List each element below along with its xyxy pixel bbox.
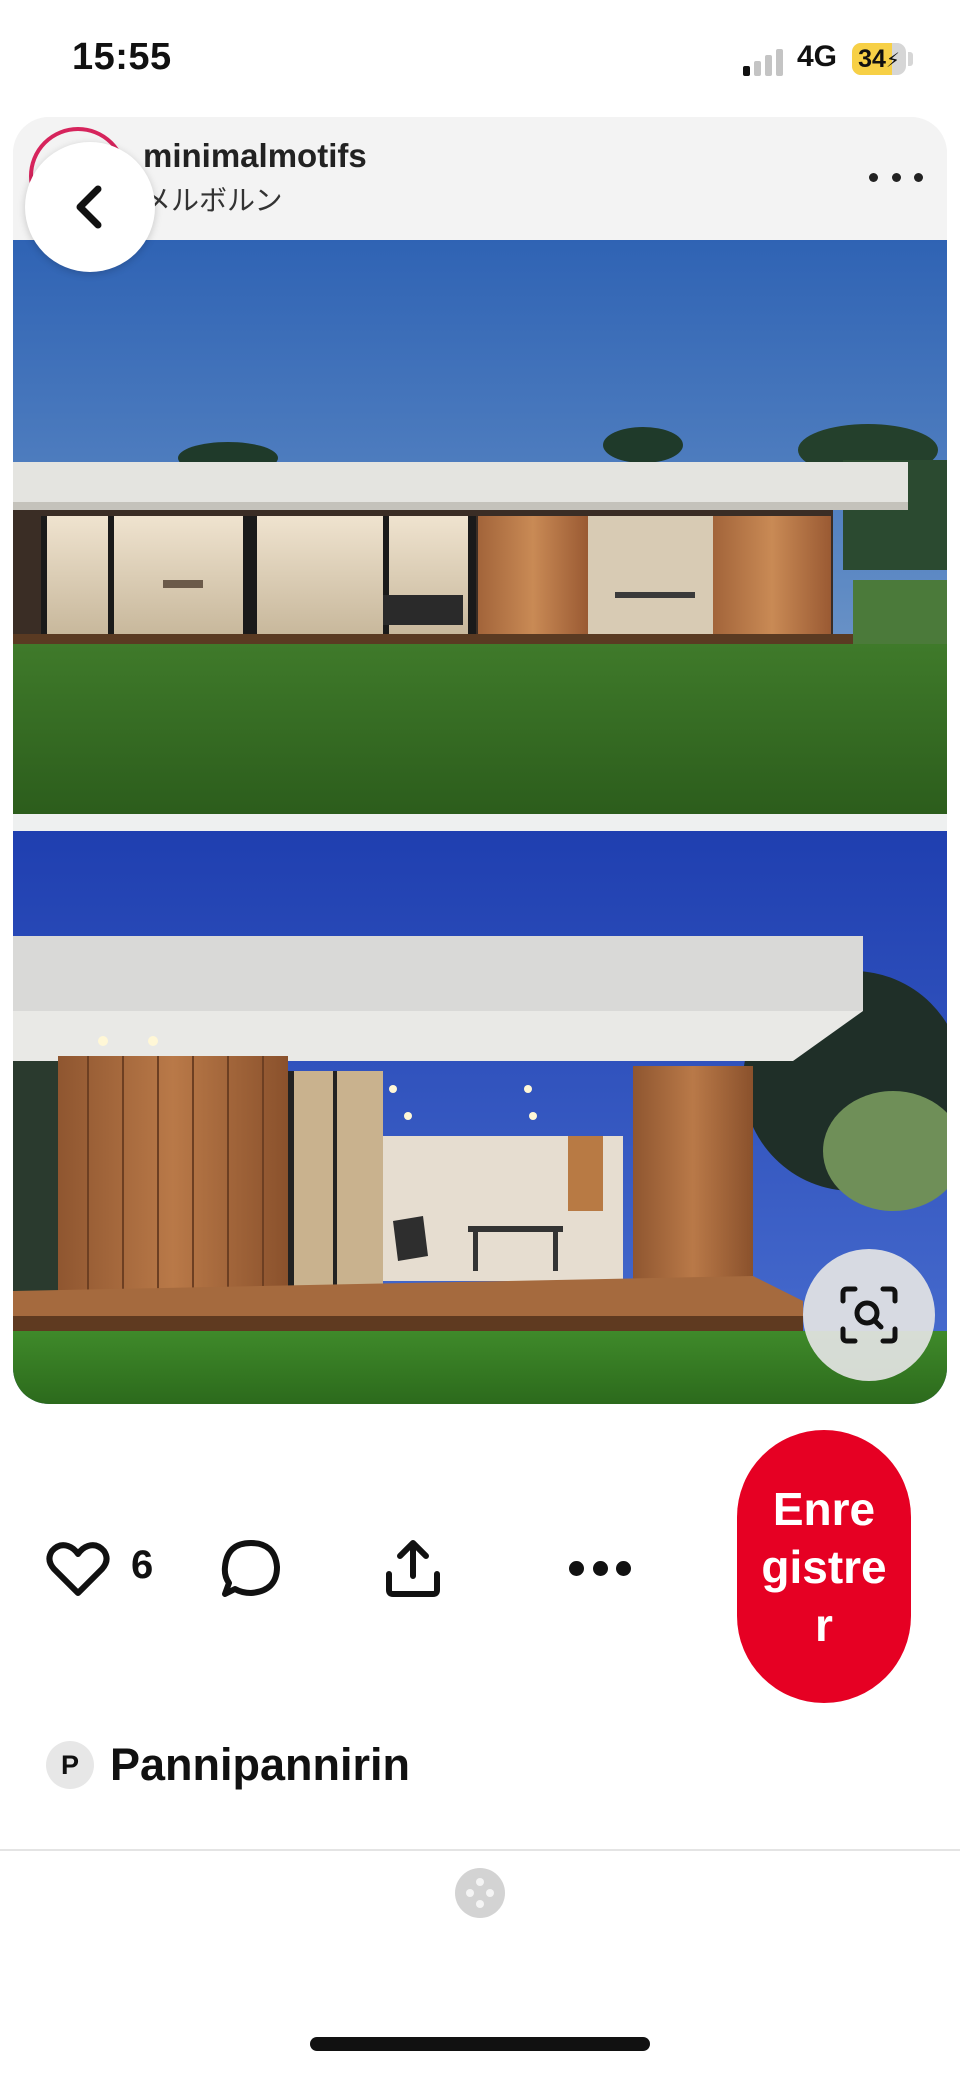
account-location: メルボルン [143, 185, 283, 216]
pin-detail-screen: 15:55 4G 34⚡ minimalmotifs メルボルン 6 Enreg… [0, 0, 960, 2079]
network-type: 4G [797, 40, 838, 73]
share-button[interactable] [383, 1538, 443, 1600]
board-name[interactable]: Pannipannirin [110, 1739, 410, 1791]
account-name[interactable]: minimalmotifs [143, 137, 367, 175]
more-actions-button[interactable] [569, 1557, 631, 1579]
lens-search-icon [840, 1286, 898, 1344]
save-button[interactable]: Enregistrer [737, 1430, 911, 1703]
loading-spinner-icon [455, 1868, 505, 1918]
upload-icon [386, 1540, 440, 1597]
visual-search-button[interactable] [803, 1249, 935, 1381]
heart-icon [46, 1542, 110, 1596]
status-bar: 15:55 4G 34⚡ [0, 0, 960, 110]
battery-level: 34⚡ [858, 45, 900, 73]
image-divider [13, 814, 947, 831]
house-dusk-photo [13, 240, 947, 814]
board-row[interactable]: P Pannipannirin [46, 1737, 410, 1793]
status-time: 15:55 [72, 36, 172, 78]
home-indicator[interactable] [310, 2037, 650, 2051]
chevron-left-icon [76, 185, 102, 229]
board-avatar: P [46, 1741, 94, 1789]
more-options-icon[interactable] [869, 157, 923, 197]
speech-bubble-icon [221, 1540, 280, 1597]
comment-button[interactable] [220, 1538, 282, 1600]
like-button[interactable] [46, 1541, 110, 1597]
back-button[interactable] [25, 142, 155, 272]
pin-card: minimalmotifs メルボルン [13, 117, 947, 1404]
signal-strength-icon [743, 48, 787, 76]
battery-icon: 34⚡ [852, 43, 906, 75]
section-divider [0, 1849, 960, 1851]
ellipsis-icon [569, 1560, 584, 1576]
battery-tip [908, 52, 913, 66]
pin-image-top[interactable] [13, 240, 947, 814]
like-count: 6 [131, 1543, 154, 1587]
